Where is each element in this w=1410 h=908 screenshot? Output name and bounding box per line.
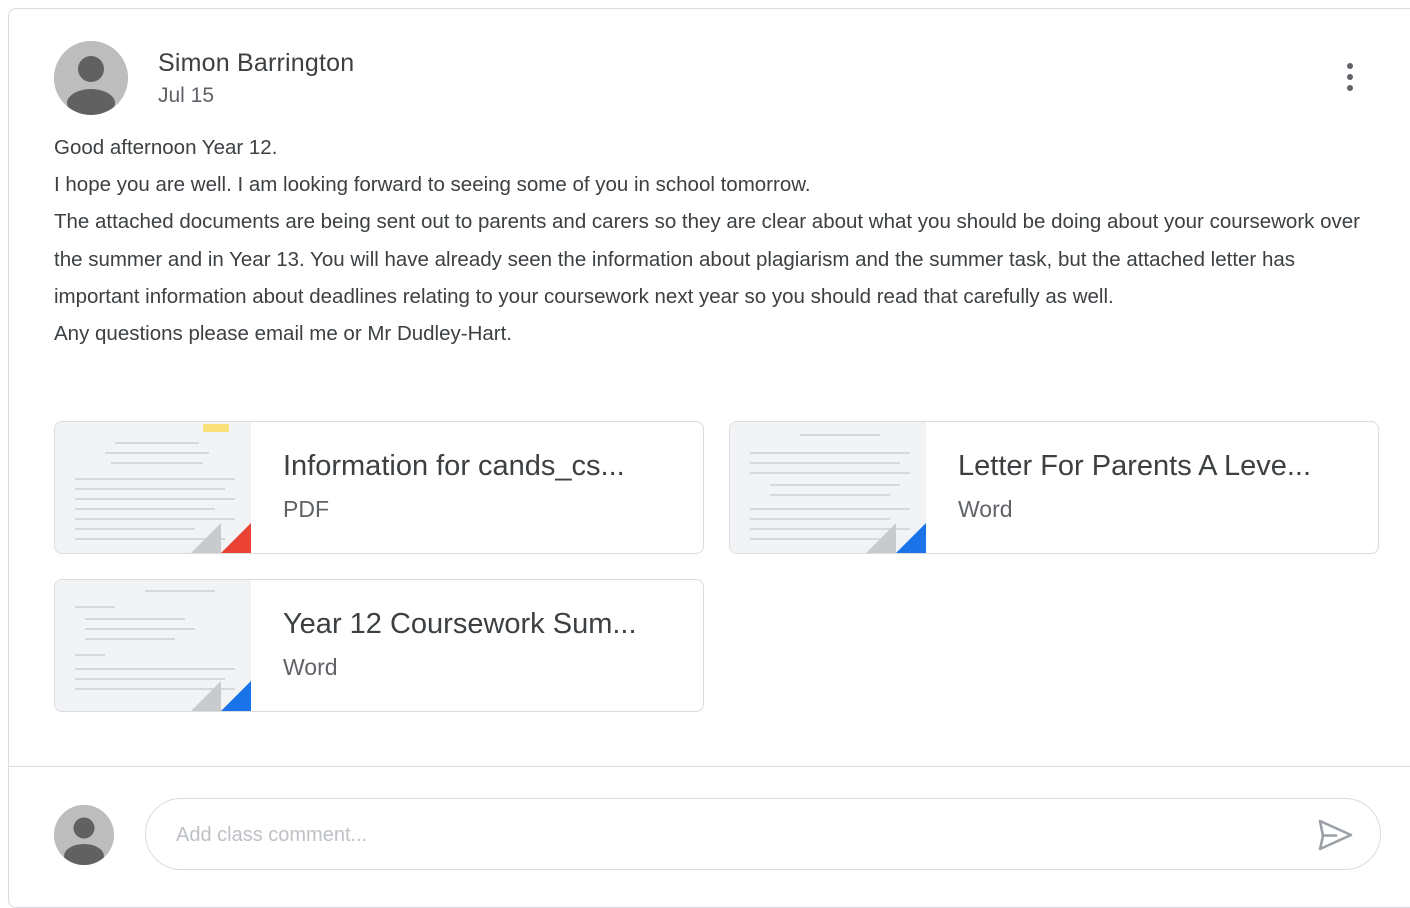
post-paragraph: Good afternoon Year 12.	[54, 136, 278, 159]
post-body: Good afternoon Year 12. I hope you are w…	[54, 129, 1374, 352]
attachment-thumbnail	[55, 580, 251, 711]
page-fold	[866, 523, 896, 553]
attachment-title: Letter For Parents A Leve...	[958, 450, 1312, 482]
author-avatar[interactable]	[54, 41, 128, 115]
attachment-card[interactable]: Year 12 Coursework Sum... Word	[54, 579, 704, 712]
commenter-avatar	[54, 805, 114, 865]
attachment-type: Word	[283, 654, 338, 680]
page-fold	[191, 523, 221, 553]
attachment-card[interactable]: Information for cands_cs... PDF	[54, 421, 704, 554]
post-paragraph: Any questions please email me or Mr Dudl…	[54, 322, 513, 346]
attachment-type: Word	[958, 496, 1013, 522]
more-vertical-icon	[1347, 74, 1353, 80]
attachment-type: PDF	[283, 496, 329, 522]
post-paragraph: The attached documents are being sent ou…	[54, 210, 1360, 308]
send-button[interactable]	[1314, 815, 1356, 855]
divider	[9, 766, 1410, 767]
person-icon	[54, 805, 114, 865]
more-options-button[interactable]	[1335, 57, 1365, 97]
attachment-card[interactable]: Letter For Parents A Leve... Word	[729, 421, 1379, 554]
stream-post-card: Simon Barrington Jul 15 Good afternoon Y…	[8, 8, 1410, 908]
post-paragraph: I hope you are well. I am looking forwar…	[54, 173, 811, 197]
attachment-title: Information for cands_cs...	[283, 450, 625, 482]
attachment-thumbnail	[730, 422, 926, 553]
post-date: Jul 15	[158, 84, 215, 107]
person-icon	[54, 41, 128, 115]
comment-box	[145, 798, 1381, 870]
thumbnail-tag	[203, 424, 229, 432]
send-icon	[1318, 819, 1353, 851]
more-vertical-icon	[1347, 63, 1353, 69]
more-vertical-icon	[1347, 85, 1353, 91]
attachment-title: Year 12 Coursework Sum...	[283, 608, 637, 640]
class-comment-input[interactable]	[174, 815, 1278, 855]
pdf-file-icon	[221, 523, 251, 553]
author-name[interactable]: Simon Barrington	[158, 49, 354, 78]
word-file-icon	[221, 681, 251, 711]
attachment-thumbnail	[55, 422, 251, 553]
word-file-icon	[896, 523, 926, 553]
page-fold	[191, 681, 221, 711]
